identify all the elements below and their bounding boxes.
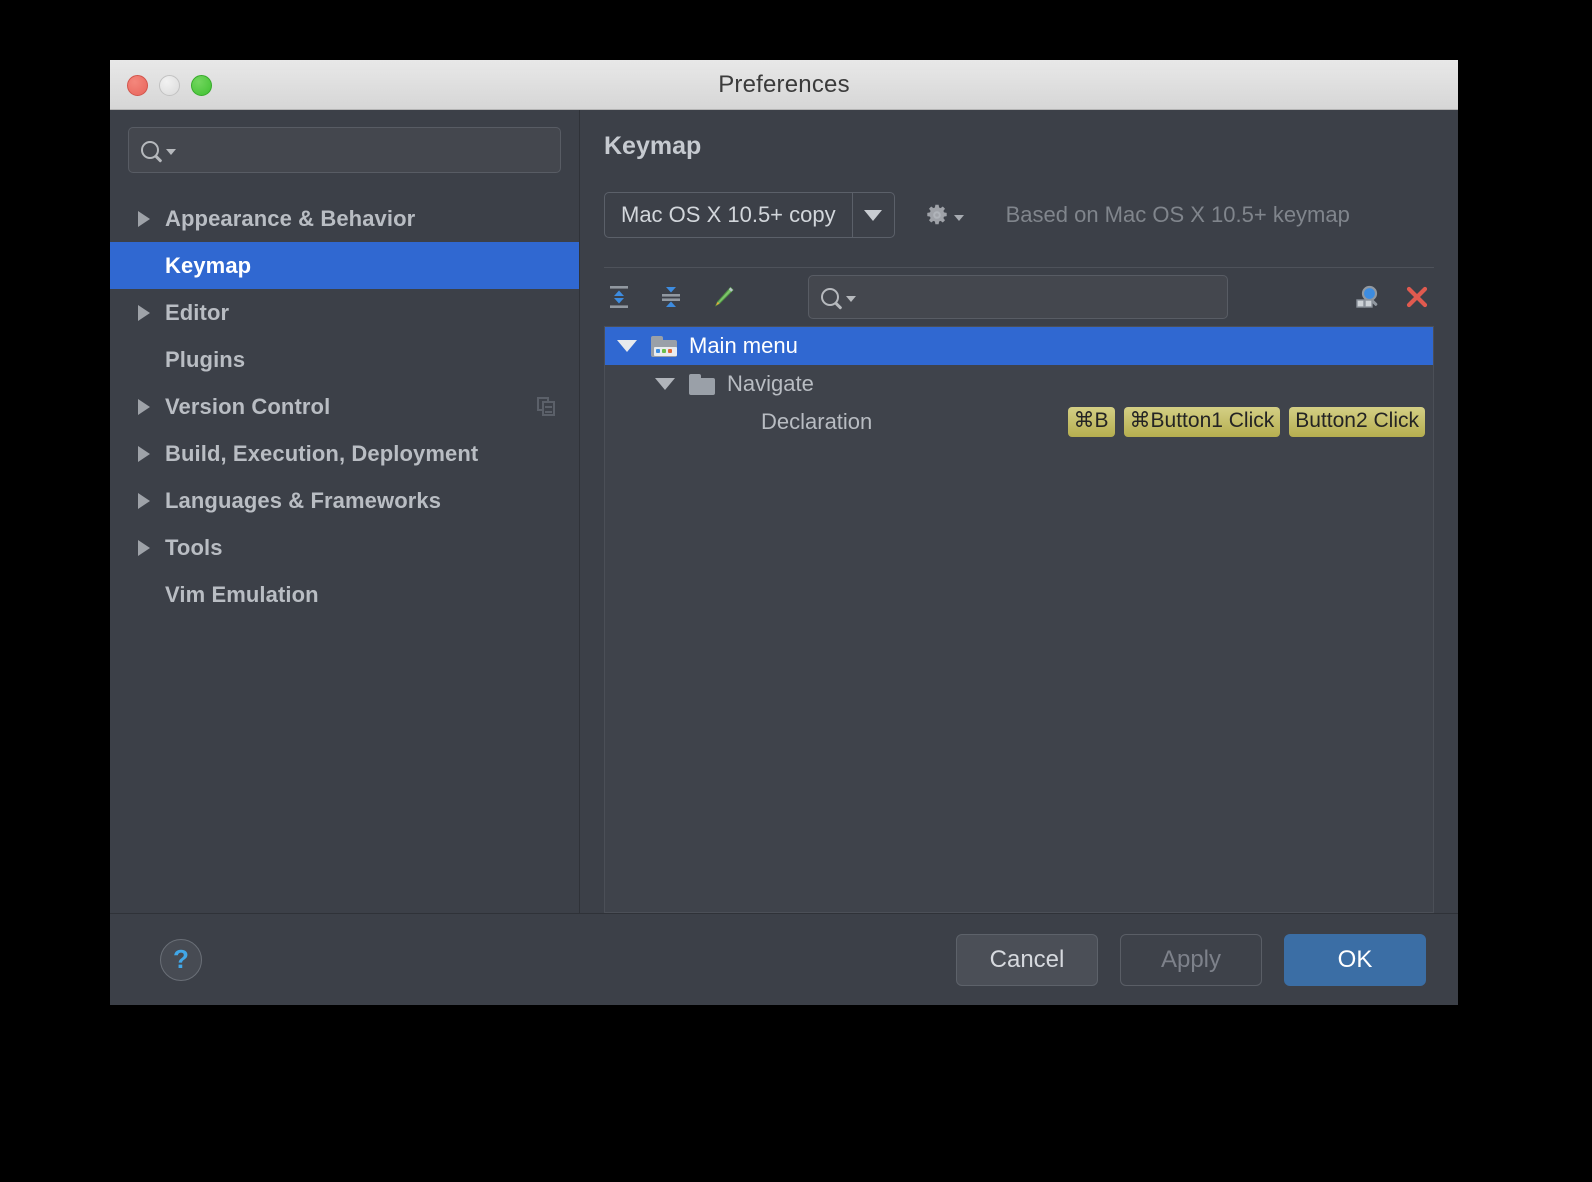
sidebar-search-input[interactable]	[184, 139, 548, 161]
shortcut-badges: ⌘B ⌘Button1 Click Button2 Click	[1068, 407, 1425, 437]
tree-row[interactable]: Declaration ⌘B ⌘Button1 Click Button2 Cl…	[605, 403, 1433, 441]
keymap-toolbar-right	[1352, 282, 1434, 312]
tree-row-label: Main menu	[689, 333, 798, 359]
sidebar-item-label: Keymap	[165, 253, 251, 279]
keymap-search-field[interactable]	[808, 275, 1228, 319]
clear-filter-icon[interactable]	[1402, 282, 1432, 312]
sidebar-item-tools[interactable]: Tools	[110, 524, 579, 571]
chevron-down-icon[interactable]	[617, 340, 637, 352]
sidebar-item-label: Build, Execution, Deployment	[165, 441, 478, 467]
sidebar-item-label: Editor	[165, 300, 229, 326]
menu-folder-icon	[651, 336, 677, 357]
keymap-tree[interactable]: Main menu Navigate Declaration ⌘B ⌘Butto…	[604, 326, 1434, 913]
tree-row-label: Declaration	[761, 409, 872, 435]
preferences-window: Preferences Appearance & Behavior Keymap	[110, 60, 1458, 1005]
tree-row[interactable]: Navigate	[605, 365, 1433, 403]
keymap-panel: Keymap Mac OS X 10.5+ copy	[580, 110, 1458, 913]
keymap-search-input[interactable]	[864, 286, 1215, 308]
chevron-right-icon[interactable]	[138, 446, 150, 462]
window-body: Appearance & Behavior Keymap Editor Plug…	[110, 110, 1458, 913]
chevron-right-icon[interactable]	[138, 399, 150, 415]
traffic-light-buttons	[127, 60, 212, 110]
keymap-select-chevron-down-icon[interactable]	[852, 193, 894, 237]
pencil-icon[interactable]	[708, 282, 738, 312]
window-title: Preferences	[110, 71, 1458, 99]
keymap-settings-button[interactable]	[925, 203, 964, 227]
sidebar-item-label: Tools	[165, 535, 223, 561]
folder-icon	[689, 374, 715, 395]
sidebar-item-vim-emulation[interactable]: Vim Emulation	[110, 571, 579, 618]
sidebar-item-label: Version Control	[165, 394, 330, 420]
minimize-button[interactable]	[159, 75, 180, 96]
sidebar-item-build-execution-deployment[interactable]: Build, Execution, Deployment	[110, 430, 579, 477]
status-badge[interactable]: ⌘Button1 Click	[1124, 407, 1281, 437]
sidebar-item-list: Appearance & Behavior Keymap Editor Plug…	[110, 195, 579, 913]
chevron-right-icon[interactable]	[138, 540, 150, 556]
sidebar-search-field[interactable]	[128, 127, 561, 173]
chevron-right-icon[interactable]	[138, 211, 150, 227]
keymap-select-value: Mac OS X 10.5+ copy	[605, 193, 852, 237]
search-options-chevron-down-icon[interactable]	[166, 149, 176, 155]
cancel-button[interactable]: Cancel	[956, 934, 1098, 986]
search-icon	[141, 141, 159, 159]
keymap-select[interactable]: Mac OS X 10.5+ copy	[604, 192, 895, 238]
sidebar-item-version-control[interactable]: Version Control	[110, 383, 579, 430]
collapse-all-icon[interactable]	[656, 282, 686, 312]
settings-sidebar: Appearance & Behavior Keymap Editor Plug…	[110, 110, 580, 913]
tree-row[interactable]: Main menu	[605, 327, 1433, 365]
chevron-right-icon[interactable]	[138, 305, 150, 321]
find-by-shortcut-icon[interactable]	[1352, 282, 1382, 312]
sidebar-item-label: Languages & Frameworks	[165, 488, 441, 514]
search-options-chevron-down-icon[interactable]	[846, 296, 856, 302]
gear-icon	[925, 203, 949, 227]
close-button[interactable]	[127, 75, 148, 96]
sidebar-item-plugins[interactable]: Plugins	[110, 336, 579, 383]
sidebar-item-keymap[interactable]: Keymap	[110, 242, 579, 289]
help-button[interactable]: ?	[160, 939, 202, 981]
page-title: Keymap	[604, 132, 1434, 161]
sidebar-item-editor[interactable]: Editor	[110, 289, 579, 336]
dialog-footer: ? Cancel Apply OK	[110, 913, 1458, 1005]
title-bar: Preferences	[110, 60, 1458, 110]
status-badge[interactable]: Button2 Click	[1289, 407, 1425, 437]
chevron-down-icon[interactable]	[655, 378, 675, 390]
search-icon	[821, 288, 839, 306]
keymap-tree-toolbar	[604, 268, 1434, 326]
dialog-button-group: Cancel Apply OK	[956, 934, 1426, 986]
sidebar-item-label: Appearance & Behavior	[165, 206, 415, 232]
chevron-right-icon[interactable]	[138, 493, 150, 509]
keymap-selector-row: Mac OS X 10.5+ copy Based on Mac OS X 1	[604, 191, 1434, 239]
maximize-button[interactable]	[191, 75, 212, 96]
tree-row-label: Navigate	[727, 371, 814, 397]
ok-button[interactable]: OK	[1284, 934, 1426, 986]
chevron-down-icon	[954, 215, 964, 221]
sidebar-item-languages-frameworks[interactable]: Languages & Frameworks	[110, 477, 579, 524]
expand-all-icon[interactable]	[604, 282, 634, 312]
based-on-label: Based on Mac OS X 10.5+ keymap	[1006, 202, 1350, 228]
sidebar-item-label: Vim Emulation	[165, 582, 319, 608]
status-badge[interactable]: ⌘B	[1068, 407, 1115, 437]
sidebar-item-appearance-behavior[interactable]: Appearance & Behavior	[110, 195, 579, 242]
sidebar-item-label: Plugins	[165, 347, 245, 373]
copy-icon	[537, 397, 557, 417]
apply-button[interactable]: Apply	[1120, 934, 1262, 986]
